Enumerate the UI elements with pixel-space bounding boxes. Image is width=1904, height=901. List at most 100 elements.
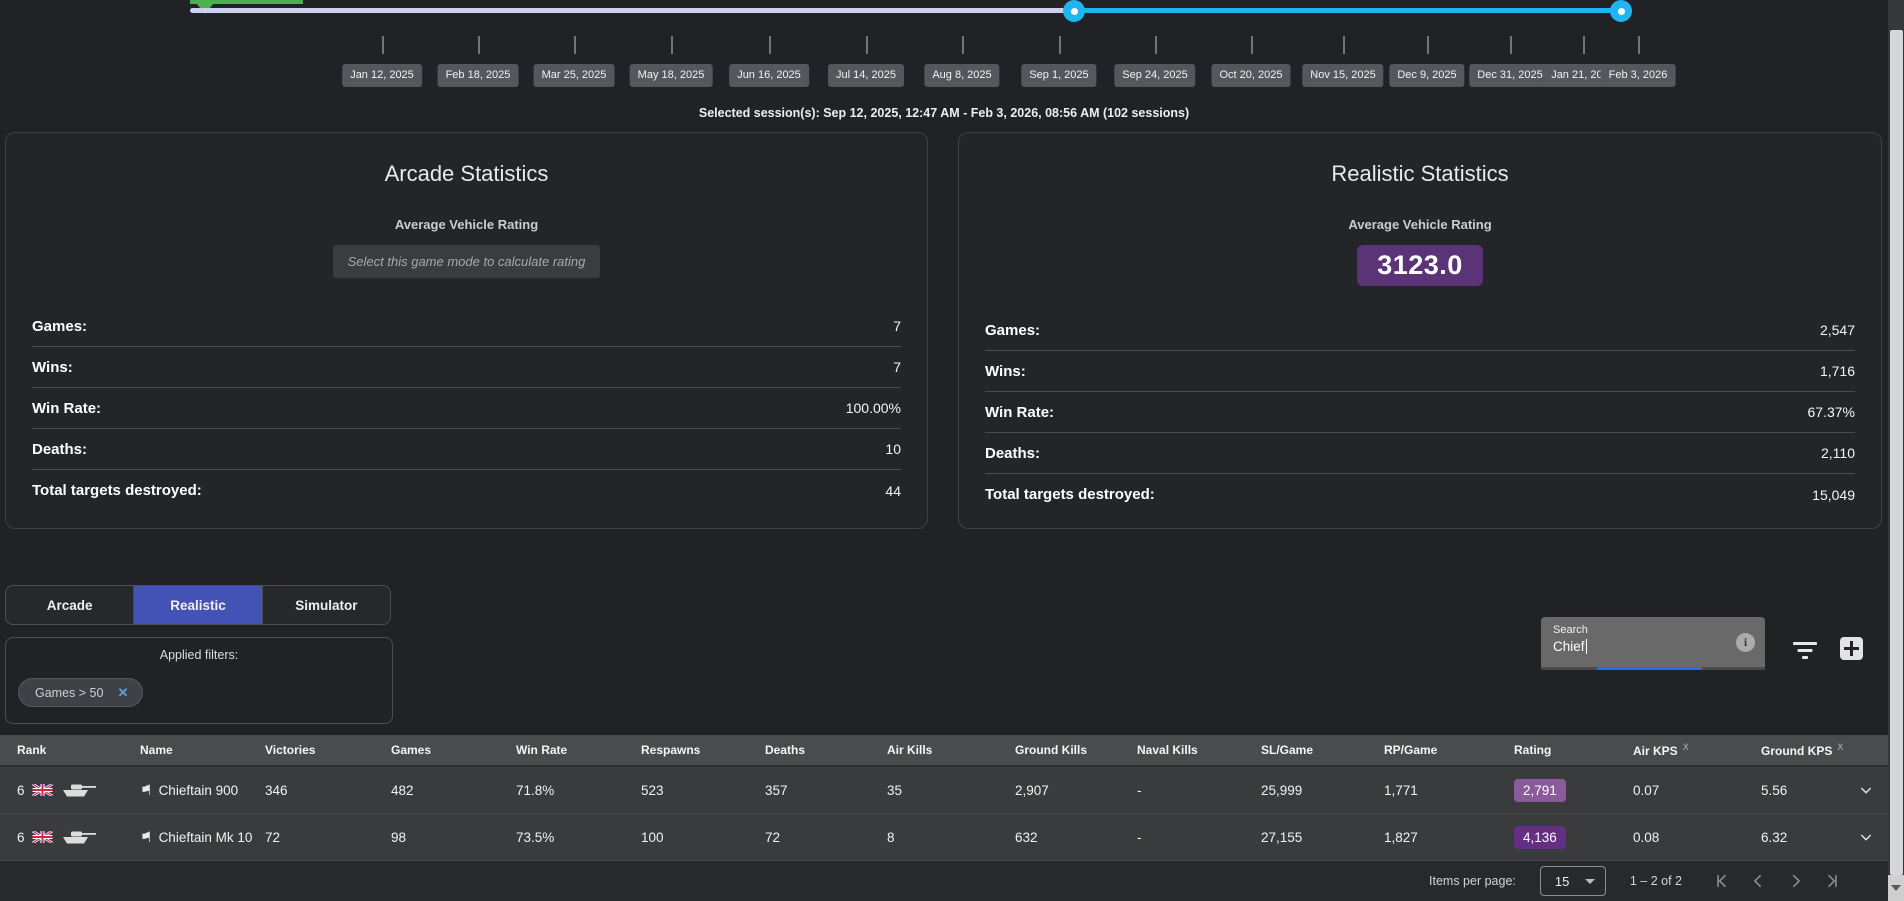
stat-value: 10 [885, 441, 901, 457]
timeline-tick [1343, 36, 1345, 54]
last-page-button[interactable] [1818, 868, 1844, 894]
timeline-date-label: Feb 3, 2026 [1601, 64, 1676, 87]
vehicle-name: Chieftain Mk 10 [159, 830, 253, 845]
timeline-date-label: Jan 12, 2025 [342, 64, 422, 87]
table-row[interactable]: 6 ⚑ Chieftain 900 346 482 71.8% 523 357 … [0, 767, 1888, 814]
page-scrollbar[interactable] [1888, 0, 1904, 901]
col-header-air-kps[interactable]: Air KPSX [1633, 742, 1761, 758]
tab-realistic[interactable]: Realistic [133, 586, 261, 624]
ground-kills-cell: 632 [1015, 830, 1137, 845]
previous-page-button[interactable] [1746, 868, 1772, 894]
stat-label: Win Rate: [985, 404, 1054, 421]
stat-row: Games: 7 [32, 306, 901, 347]
air-kps-cell: 0.07 [1633, 783, 1761, 798]
air-kills-cell: 35 [887, 783, 1015, 798]
deaths-cell: 72 [765, 830, 887, 845]
add-filter-icon[interactable] [1840, 637, 1863, 660]
col-header-naval-kills[interactable]: Naval Kills [1137, 743, 1261, 757]
col-header-victories[interactable]: Victories [265, 743, 391, 757]
timeline-date-label: Jun 16, 2025 [729, 64, 809, 87]
win-rate-cell: 71.8% [516, 783, 641, 798]
dropdown-arrow-icon [1585, 879, 1595, 884]
session-slider-selected-range[interactable] [1074, 8, 1621, 13]
search-input[interactable]: Search Chief i [1541, 617, 1765, 667]
col-header-name[interactable]: Name [140, 743, 265, 757]
col-header-rating[interactable]: Rating [1514, 743, 1633, 757]
page-range-label: 1 – 2 of 2 [1630, 874, 1682, 888]
stat-row: Wins: 1,716 [985, 351, 1855, 392]
average-vehicle-rating-label: Average Vehicle Rating [985, 217, 1855, 232]
timeline-date-label: May 18, 2025 [630, 64, 713, 87]
filter-list-icon[interactable] [1792, 642, 1818, 660]
premium-flag-icon: ⚑ [140, 830, 153, 844]
search-underline [1541, 667, 1765, 670]
col-header-air-kills[interactable]: Air Kills [887, 743, 1015, 757]
expand-row-chevron-icon[interactable] [1858, 782, 1888, 798]
table-row[interactable]: 6 ⚑ Chieftain Mk 10 72 98 73.5% 100 72 8… [0, 814, 1888, 861]
naval-kills-cell: - [1137, 830, 1261, 845]
deaths-cell: 357 [765, 783, 887, 798]
stat-value: 44 [885, 483, 901, 499]
col-header-sl-game[interactable]: SL/Game [1261, 743, 1384, 757]
session-slider-handle-start[interactable] [1063, 0, 1085, 22]
rp-game-cell: 1,771 [1384, 783, 1514, 798]
filter-chip-games-gt-50[interactable]: Games > 50 ✕ [18, 678, 143, 707]
timeline-tick [574, 36, 576, 54]
items-per-page-label: Items per page: [1429, 874, 1516, 888]
remove-column-icon[interactable]: X [1683, 742, 1689, 752]
col-header-win-rate[interactable]: Win Rate [516, 743, 641, 757]
col-header-rank[interactable]: Rank [0, 743, 140, 757]
timeline-tick [1583, 36, 1585, 54]
first-page-button[interactable] [1710, 868, 1736, 894]
search-input-value: Chief [1553, 639, 1585, 654]
timeline-date-label: Sep 24, 2025 [1114, 64, 1195, 87]
scrollbar-down-arrow[interactable] [1888, 875, 1904, 901]
ground-kills-cell: 2,907 [1015, 783, 1137, 798]
page-size-select[interactable]: 15 [1540, 866, 1606, 896]
search-input-label: Search [1553, 624, 1753, 636]
session-slider-track[interactable] [190, 8, 1074, 13]
col-header-deaths[interactable]: Deaths [765, 743, 887, 757]
session-slider-handle-end[interactable] [1610, 0, 1632, 22]
stat-value: 2,110 [1821, 445, 1855, 461]
stat-value: 1,716 [1820, 363, 1855, 379]
chip-remove-icon[interactable]: ✕ [117, 685, 128, 701]
stat-label: Win Rate: [32, 400, 101, 417]
col-header-rp-game[interactable]: RP/Game [1384, 743, 1514, 757]
timeline-date-label: Mar 25, 2025 [534, 64, 615, 87]
stat-value: 7 [893, 359, 901, 375]
scrollbar-thumb[interactable] [1890, 30, 1903, 875]
games-cell: 482 [391, 783, 516, 798]
stat-label: Wins: [985, 363, 1026, 380]
remove-column-icon[interactable]: X [1837, 742, 1843, 752]
stat-label: Total targets destroyed: [985, 486, 1155, 503]
tab-simulator[interactable]: Simulator [262, 586, 390, 624]
stat-row: Total targets destroyed: 44 [32, 470, 901, 511]
col-header-ground-kps[interactable]: Ground KPSX [1761, 742, 1858, 758]
filter-chip-label: Games > 50 [35, 686, 103, 700]
rank-value: 6 [17, 830, 25, 845]
next-page-button[interactable] [1782, 868, 1808, 894]
info-icon[interactable]: i [1736, 633, 1755, 652]
timeline-date-label: Nov 15, 2025 [1302, 64, 1383, 87]
col-header-ground-kills[interactable]: Ground Kills [1015, 743, 1137, 757]
stat-row: Games: 2,547 [985, 310, 1855, 351]
victories-cell: 72 [265, 830, 391, 845]
rank-value: 6 [17, 783, 25, 798]
table-header-row: Rank Name Victories Games Win Rate Respa… [0, 735, 1888, 767]
stat-value: 100.00% [846, 400, 901, 416]
stat-label: Games: [32, 318, 87, 335]
tab-arcade[interactable]: Arcade [6, 586, 133, 624]
stat-label: Wins: [32, 359, 73, 376]
col-header-respawns[interactable]: Respawns [641, 743, 765, 757]
timeline-tick [1638, 36, 1640, 54]
timeline-date-label: Jul 14, 2025 [828, 64, 904, 87]
rating-badge: 4,136 [1514, 826, 1566, 849]
page-size-value: 15 [1555, 874, 1569, 889]
timeline-tick [1510, 36, 1512, 54]
stat-label: Deaths: [32, 441, 87, 458]
victories-cell: 346 [265, 783, 391, 798]
col-header-games[interactable]: Games [391, 743, 516, 757]
expand-row-chevron-icon[interactable] [1858, 829, 1888, 845]
stat-cards: Arcade Statistics Average Vehicle Rating… [5, 132, 1882, 529]
